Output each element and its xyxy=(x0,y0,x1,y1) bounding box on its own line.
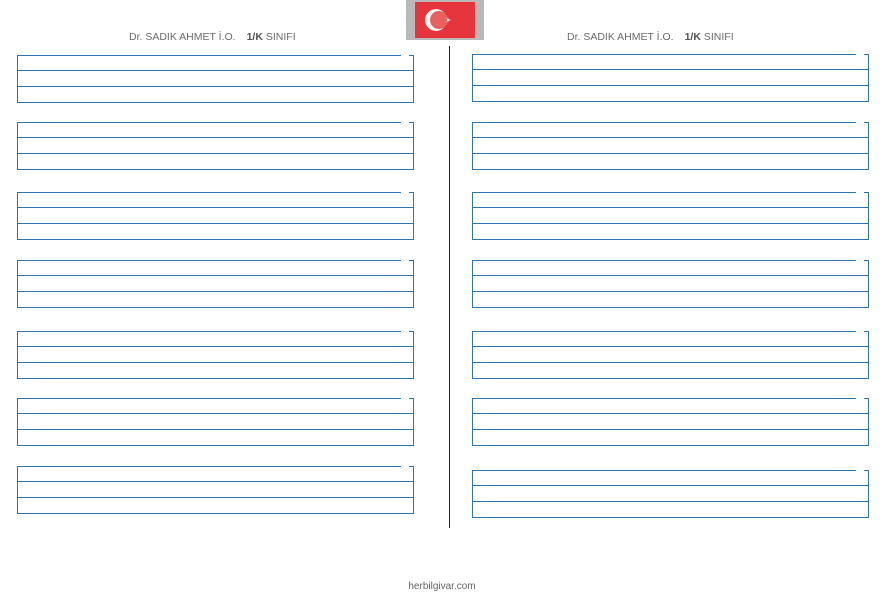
writing-block[interactable] xyxy=(17,122,414,170)
writing-block[interactable] xyxy=(17,55,414,103)
guide-line xyxy=(18,86,413,87)
guide-line xyxy=(18,346,413,347)
writing-block[interactable] xyxy=(472,470,869,518)
guide-line xyxy=(18,153,413,154)
guide-line xyxy=(18,413,413,414)
guide-line xyxy=(473,275,868,276)
guide-line xyxy=(18,429,413,430)
writing-block[interactable] xyxy=(17,260,414,308)
gap xyxy=(401,331,409,332)
footer-site-name: herbilgivar.com xyxy=(408,581,476,592)
guide-line xyxy=(18,362,413,363)
guide-line xyxy=(18,137,413,138)
guide-line xyxy=(473,362,868,363)
writing-block[interactable] xyxy=(472,331,869,379)
guide-line xyxy=(18,223,413,224)
center-divider xyxy=(449,46,450,528)
gap xyxy=(401,192,409,193)
guide-line xyxy=(473,501,868,502)
guide-line xyxy=(473,207,868,208)
writing-block[interactable] xyxy=(472,122,869,170)
writing-block[interactable] xyxy=(472,260,869,308)
guide-line xyxy=(473,153,868,154)
gap xyxy=(856,398,864,399)
writing-block[interactable] xyxy=(472,398,869,446)
gap xyxy=(856,122,864,123)
guide-line xyxy=(473,69,868,70)
guide-line xyxy=(473,85,868,86)
right-writing-column xyxy=(472,0,869,597)
writing-block[interactable] xyxy=(472,54,869,102)
guide-line xyxy=(473,413,868,414)
gap xyxy=(401,466,409,467)
guide-line xyxy=(18,497,413,498)
guide-line xyxy=(18,207,413,208)
left-writing-column xyxy=(17,0,414,597)
gap xyxy=(856,260,864,261)
gap xyxy=(401,260,409,261)
guide-line xyxy=(473,291,868,292)
gap xyxy=(401,398,409,399)
gap xyxy=(856,192,864,193)
guide-line xyxy=(473,485,868,486)
guide-line xyxy=(18,291,413,292)
gap xyxy=(856,331,864,332)
gap xyxy=(401,55,409,56)
guide-line xyxy=(473,137,868,138)
guide-line xyxy=(473,429,868,430)
writing-block[interactable] xyxy=(17,398,414,446)
guide-line xyxy=(18,70,413,71)
guide-line xyxy=(18,275,413,276)
writing-block[interactable] xyxy=(17,466,414,514)
guide-line xyxy=(473,346,868,347)
writing-block[interactable] xyxy=(17,331,414,379)
guide-line xyxy=(18,481,413,482)
writing-block[interactable] xyxy=(17,192,414,240)
gap xyxy=(856,54,864,55)
writing-block[interactable] xyxy=(472,192,869,240)
guide-line xyxy=(473,223,868,224)
gap xyxy=(401,122,409,123)
gap xyxy=(856,470,864,471)
